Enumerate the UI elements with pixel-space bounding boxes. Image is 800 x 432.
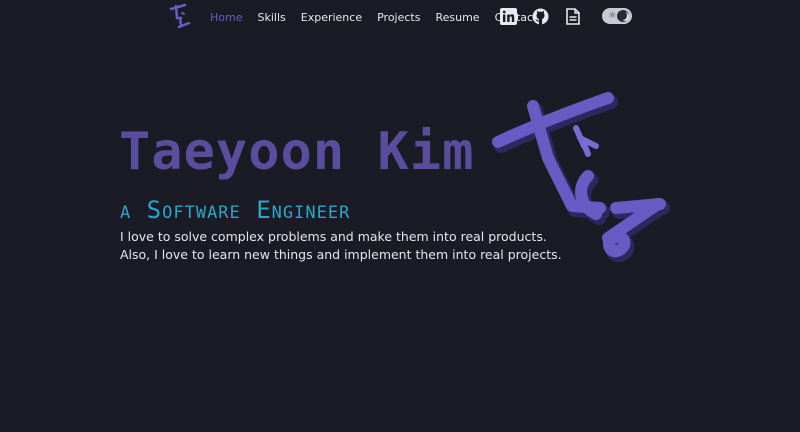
linkedin-icon[interactable] bbox=[500, 8, 517, 25]
nav-link-skills[interactable]: Skills bbox=[257, 11, 285, 24]
hero-subtitle: a Software Engineer bbox=[120, 196, 351, 224]
theme-toggle-knob bbox=[617, 10, 629, 22]
nav-link-projects[interactable]: Projects bbox=[377, 11, 420, 24]
sun-icon: ☼ bbox=[607, 11, 617, 21]
ty-logo-icon[interactable] bbox=[167, 3, 193, 31]
nav-links: Home Skills Experience Projects Resume C… bbox=[210, 0, 537, 34]
hero-name: Taeyoon Kim bbox=[119, 122, 475, 182]
github-icon[interactable] bbox=[532, 8, 549, 25]
ty-signature-logo-icon bbox=[492, 92, 670, 263]
navbar: Home Skills Experience Projects Resume C… bbox=[0, 0, 800, 34]
nav-link-resume[interactable]: Resume bbox=[435, 11, 479, 24]
theme-toggle[interactable]: ☼ bbox=[602, 8, 632, 24]
resume-document-icon[interactable] bbox=[564, 8, 581, 25]
nav-link-home[interactable]: Home bbox=[210, 11, 242, 24]
moon-icon bbox=[619, 11, 627, 20]
nav-link-experience[interactable]: Experience bbox=[301, 11, 362, 24]
